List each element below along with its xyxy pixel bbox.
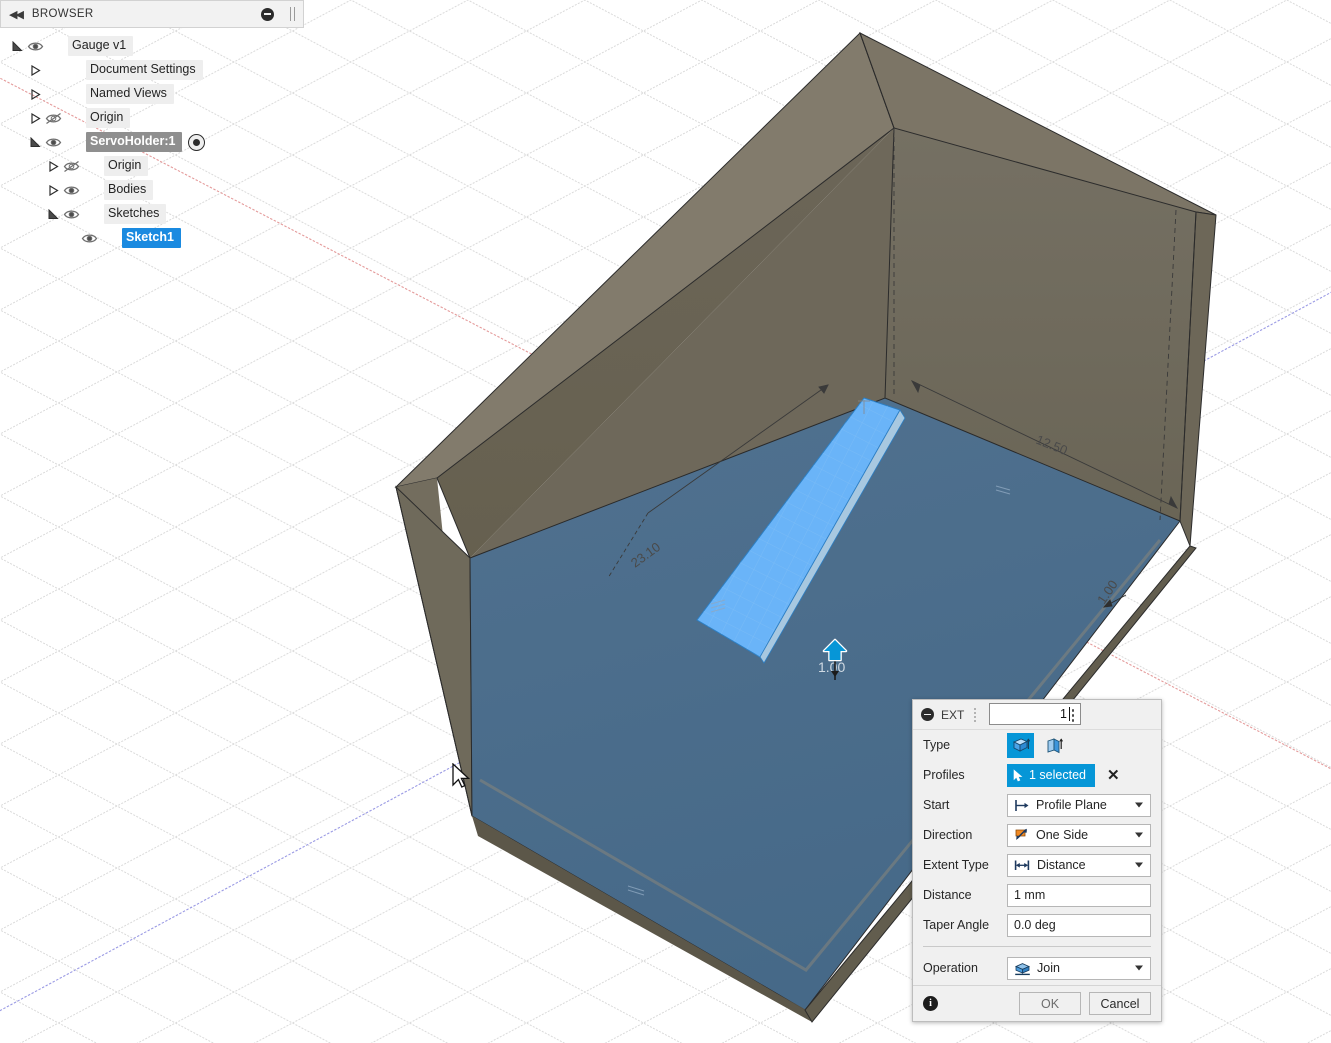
row-operation: Operation Join <box>913 951 1161 985</box>
browser-item-origin[interactable]: Origin <box>0 154 304 178</box>
distance-icon <box>1014 860 1030 870</box>
start-label: Start <box>923 798 950 812</box>
browser-tree[interactable]: Gauge v1 Document Settings Named Views Orig… <box>0 28 304 250</box>
eye-visible-icon[interactable] <box>78 232 100 245</box>
browser-item-named-views[interactable]: Named Views <box>0 82 304 106</box>
browser-panel[interactable]: ◀◀ BROWSER Gauge v1 Document Settings Name… <box>0 0 304 250</box>
twisty-collapsed-icon[interactable] <box>28 63 42 77</box>
row-type: Type <box>913 730 1161 760</box>
browser-item-label: Sketches <box>104 204 167 224</box>
eye-visible-icon[interactable] <box>60 184 82 197</box>
browser-item-origin[interactable]: Origin <box>0 106 304 130</box>
taper-angle-label: Taper Angle <box>923 918 990 932</box>
direction-label: Direction <box>923 828 973 842</box>
minus-circle-icon[interactable] <box>921 708 934 721</box>
start-dropdown[interactable]: Profile Plane <box>1007 793 1151 817</box>
twisty-expanded-icon[interactable] <box>46 207 60 221</box>
panel-resize-grip[interactable] <box>290 7 295 21</box>
distance-label: Distance <box>923 888 972 902</box>
collapse-panel-icon[interactable]: ◀◀ <box>7 8 24 21</box>
eye-hidden-icon[interactable] <box>42 112 64 125</box>
kebab-menu-icon[interactable] <box>1071 708 1075 723</box>
chevron-down-icon[interactable] <box>1135 802 1143 808</box>
row-profiles: Profiles 1 selected ✕ <box>913 760 1161 790</box>
twisty-collapsed-icon[interactable] <box>46 159 60 173</box>
dialog-title-input-value: 1 <box>1060 707 1067 721</box>
dialog-footer: i OK Cancel <box>913 985 1161 1021</box>
eye-hidden-icon[interactable] <box>60 160 82 173</box>
extrude-distance-manipulator-value: 1.00 <box>818 659 845 675</box>
chevron-down-icon[interactable] <box>1135 862 1143 868</box>
activate-component-radio[interactable] <box>188 133 206 151</box>
twisty-expanded-icon[interactable] <box>28 135 42 149</box>
browser-item-gauge-v1[interactable]: Gauge v1 <box>0 34 304 58</box>
twisty-collapsed-icon[interactable] <box>46 183 60 197</box>
start-value: Profile Plane <box>1036 798 1107 812</box>
direction-value: One Side <box>1036 828 1089 842</box>
browser-item-label: Bodies <box>104 180 154 200</box>
twisty-collapsed-icon[interactable] <box>28 87 42 101</box>
type-label: Type <box>923 738 951 752</box>
profiles-selection-chip[interactable]: 1 selected <box>1007 763 1095 787</box>
operation-label: Operation <box>923 961 978 975</box>
row-taper-angle: Taper Angle 0.0 deg <box>913 910 1161 940</box>
extrude-profile-icon[interactable] <box>1007 732 1034 758</box>
dialog-drag-handle[interactable] <box>973 706 978 723</box>
eye-visible-icon[interactable] <box>24 40 46 53</box>
browser-item-label: Gauge v1 <box>68 36 134 56</box>
taper-angle-input[interactable]: 0.0 deg <box>1007 913 1151 937</box>
section-divider <box>923 946 1151 947</box>
ok-button[interactable]: OK <box>1019 992 1081 1015</box>
chevron-down-icon[interactable] <box>1135 832 1143 838</box>
extrude-dialog[interactable]: EXT 1 Type Profiles 1 selected ✕ Start P… <box>912 699 1162 1022</box>
browser-item-document-settings[interactable]: Document Settings <box>0 58 304 82</box>
extent-type-dropdown[interactable]: Distance <box>1007 853 1151 877</box>
browser-item-servoholder-1[interactable]: ServoHolder:1 <box>0 130 304 154</box>
dialog-title: EXT <box>941 707 965 722</box>
eye-visible-icon[interactable] <box>60 208 82 221</box>
row-direction: Direction One Side <box>913 820 1161 850</box>
dialog-title-input[interactable]: 1 <box>989 703 1081 725</box>
eye-visible-icon[interactable] <box>42 136 64 149</box>
browser-item-label: Origin <box>86 108 131 128</box>
operation-dropdown[interactable]: Join <box>1007 956 1151 980</box>
twisty-expanded-icon[interactable] <box>10 39 24 53</box>
browser-item-label: Origin <box>104 156 149 176</box>
browser-item-label: ServoHolder:1 <box>86 132 183 152</box>
profile-plane-icon <box>1015 799 1029 811</box>
one-side-icon <box>1015 828 1027 840</box>
profiles-label: Profiles <box>923 768 965 782</box>
browser-item-label: Sketch1 <box>122 228 181 248</box>
twisty-collapsed-icon[interactable] <box>28 111 42 125</box>
direction-dropdown[interactable]: One Side <box>1007 823 1151 847</box>
chevron-down-icon[interactable] <box>1135 965 1143 971</box>
taper-angle-value: 0.0 deg <box>1014 918 1056 932</box>
info-icon[interactable]: i <box>923 996 938 1011</box>
browser-item-label: Document Settings <box>86 60 203 80</box>
browser-item-sketch1[interactable]: Sketch1 <box>0 226 304 250</box>
extent-type-label: Extent Type <box>923 858 989 872</box>
pointer-icon <box>1013 768 1023 781</box>
row-extent-type: Extent Type Distance <box>913 850 1161 880</box>
operation-value: Join <box>1037 961 1060 975</box>
minus-circle-icon[interactable] <box>261 7 274 21</box>
extrude-surface-icon[interactable] <box>1040 733 1067 758</box>
row-start: Start Profile Plane <box>913 790 1161 820</box>
join-icon <box>1015 962 1030 975</box>
distance-input[interactable]: 1 mm <box>1007 883 1151 907</box>
row-distance: Distance 1 mm <box>913 880 1161 910</box>
extent-type-value: Distance <box>1037 858 1086 872</box>
browser-item-label: Named Views <box>86 84 174 104</box>
browser-item-sketches[interactable]: Sketches <box>0 202 304 226</box>
dialog-title-bar[interactable]: EXT 1 <box>913 700 1161 730</box>
distance-value: 1 mm <box>1014 888 1046 902</box>
browser-header: ◀◀ BROWSER <box>0 0 304 28</box>
clear-selection-icon[interactable]: ✕ <box>1107 768 1120 783</box>
cancel-button[interactable]: Cancel <box>1089 992 1151 1015</box>
browser-title: BROWSER <box>31 8 94 20</box>
browser-item-bodies[interactable]: Bodies <box>0 178 304 202</box>
profiles-value: 1 selected <box>1029 768 1086 782</box>
